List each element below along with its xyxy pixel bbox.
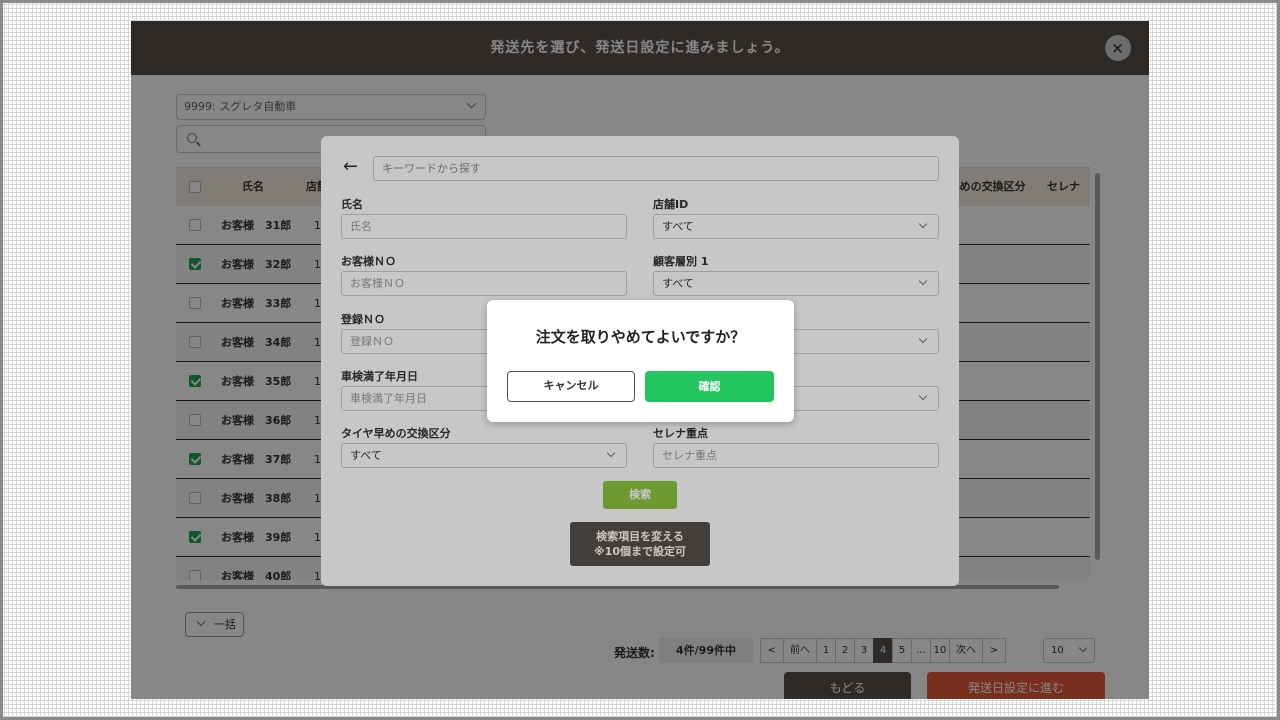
dialog-message: 注文を取りやめてよいですか？ [535, 328, 746, 346]
confirm-button[interactable]: 確認 [645, 371, 774, 402]
app-window: 発送先を選び、発送日設定に進みましょう。 × 9999: スグレタ自動車 氏名 … [131, 21, 1149, 699]
cancel-button[interactable]: キャンセル [507, 371, 635, 402]
confirm-dialog: 注文を取りやめてよいですか？ キャンセル 確認 [487, 300, 794, 422]
